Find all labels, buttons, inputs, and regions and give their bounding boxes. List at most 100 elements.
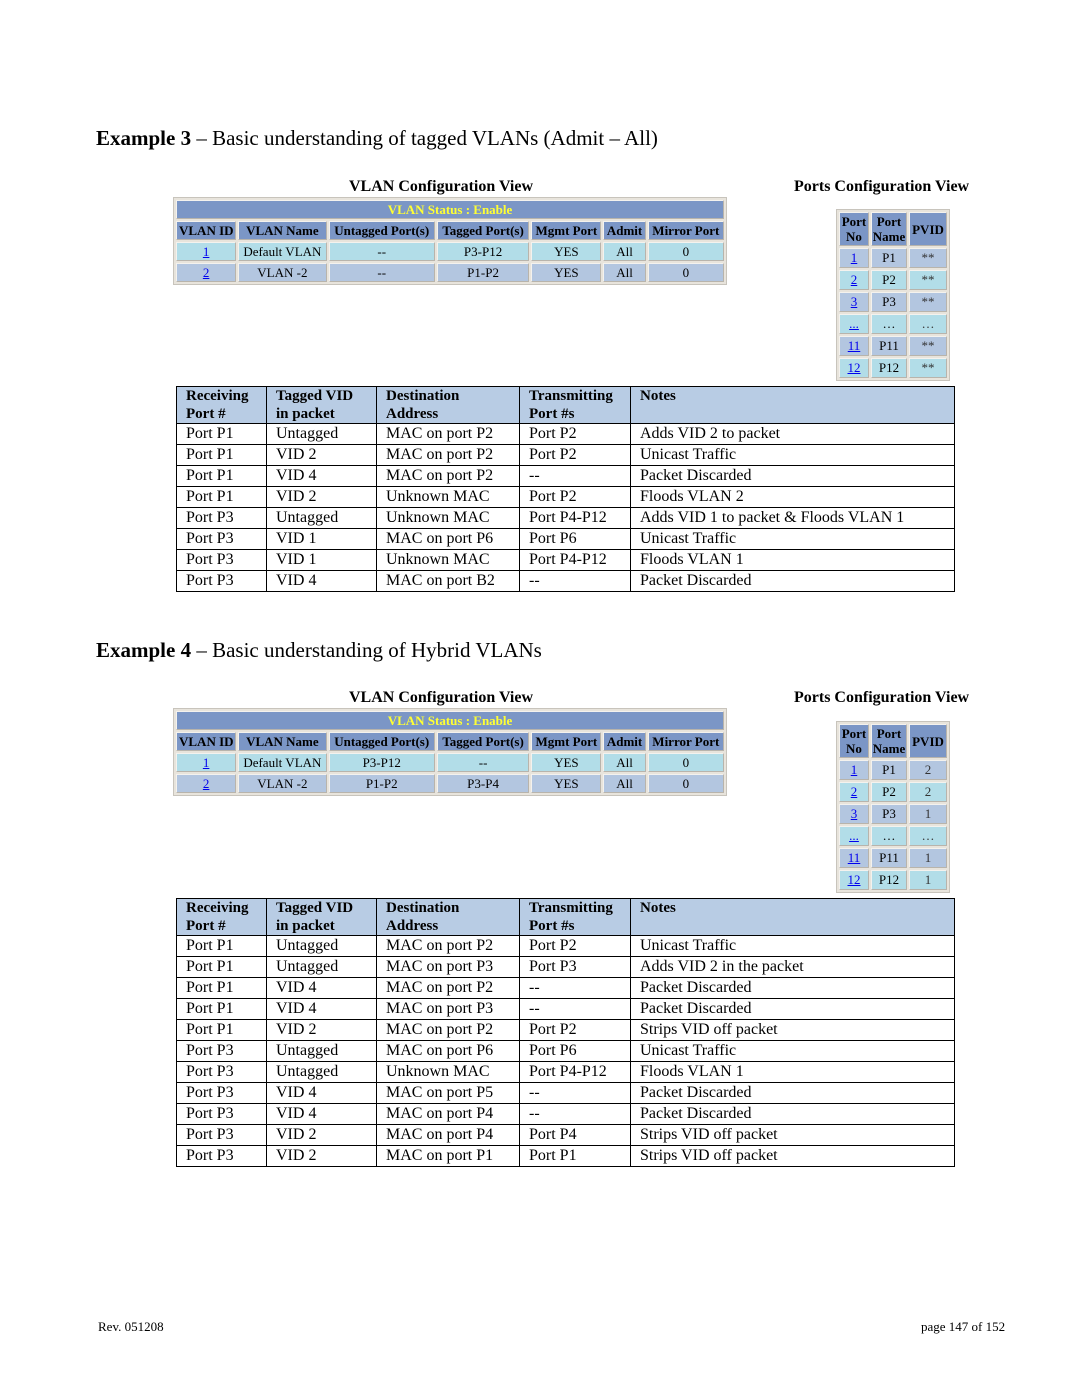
example-4-heading-text: – Basic understanding of Hybrid VLANs: [191, 638, 542, 662]
port-row: ... ……: [839, 826, 947, 846]
vlan-row: 1 Default VLAN -- P3-P12 YES All 0: [176, 242, 724, 261]
port-no-link[interactable]: 1: [851, 250, 858, 265]
col-header-untagged-ports: Untagged Port(s): [328, 221, 435, 240]
cell-tagged-vid: VID 2: [266, 486, 377, 508]
table-row: Port P1 VID 4 MAC on port P3 -- Packet Disca…: [176, 998, 955, 1020]
cell-port-no: 3: [839, 804, 869, 824]
table-row: Port P1 Untagged MAC on port P2 Port P2 Unic…: [176, 935, 955, 957]
cell-notes: Packet Discarded: [630, 998, 955, 1020]
cell-destination-address: MAC on port P3: [376, 998, 520, 1020]
cell-port-no: ...: [839, 314, 869, 334]
cell-port-no: 11: [839, 336, 869, 356]
vlan-id-link[interactable]: 2: [203, 265, 210, 280]
cell-transmitting-ports: Port P1: [519, 1145, 631, 1167]
cell-vlan-name: Default VLAN: [238, 242, 327, 261]
cell-receiving-port: Port P1: [176, 465, 267, 487]
cell-destination-address: MAC on port P4: [376, 1103, 520, 1125]
cell-pvid: **: [909, 270, 947, 290]
vlan-id-link[interactable]: 1: [203, 755, 210, 770]
vlan-id-link[interactable]: 1: [203, 244, 210, 259]
port-row: 1 P1 **: [839, 248, 947, 268]
port-row: 2 P2 2: [839, 782, 947, 802]
cell-notes: Adds VID 2 in the packet: [630, 956, 955, 978]
table-row: Port P3 VID 1 Unknown MAC Port P4-P12 Floods…: [176, 549, 955, 571]
cell-receiving-port: Port P1: [176, 1019, 267, 1041]
header-line-2: Port #s: [529, 406, 575, 422]
port-row: 2 P2 **: [839, 270, 947, 290]
port-no-link[interactable]: 2: [851, 272, 858, 287]
port-no-link[interactable]: ...: [849, 828, 859, 843]
port-no-link[interactable]: 1: [851, 762, 858, 777]
cell-notes: Floods VLAN 1: [630, 549, 955, 571]
cell-mirror-port: 0: [647, 753, 724, 772]
cell-notes: Unicast Traffic: [630, 528, 955, 550]
cell-tagged-vid: VID 4: [266, 465, 377, 487]
table-row: Port P1 VID 4 MAC on port P2 -- Packet Disca…: [176, 977, 955, 999]
port-no-link[interactable]: 3: [851, 294, 858, 309]
cell-notes: Unicast Traffic: [630, 935, 955, 957]
port-no-link[interactable]: 2: [851, 784, 858, 799]
cell-notes: Packet Discarded: [630, 1103, 955, 1125]
cell-receiving-port: Port P3: [176, 1103, 267, 1125]
table-row: Port P3 VID 1 MAC on port P6 Port P6 Unicast…: [176, 528, 955, 550]
cell-port-name: P3: [871, 804, 907, 824]
table-row: Port P3 VID 4 MAC on port P5 -- Packet Disca…: [176, 1082, 955, 1104]
cell-tagged-vid: VID 4: [266, 1082, 377, 1104]
col-header-tagged-ports: Tagged Port(s): [436, 732, 530, 751]
cell-receiving-port: Port P3: [176, 570, 267, 592]
col-header-port-no: Port No: [839, 212, 869, 246]
cell-tagged-vid: VID 2: [266, 1019, 377, 1041]
table-row: Port P3 Untagged Unknown MAC Port P4-P12 Flo…: [176, 1061, 955, 1083]
cell-receiving-port: Port P3: [176, 1145, 267, 1167]
vlan-id-link[interactable]: 2: [203, 776, 210, 791]
cell-tagged-ports: --: [436, 753, 530, 772]
port-row: 12 P12 **: [839, 358, 947, 378]
ex3-ports-config-title: Ports Configuration View: [794, 178, 970, 195]
cell-port-name: …: [871, 826, 907, 846]
cell-destination-address: MAC on port P2: [376, 977, 520, 999]
cell-mirror-port: 0: [647, 242, 724, 261]
cell-notes: Strips VID off packet: [630, 1019, 955, 1041]
cell-transmitting-ports: Port P2: [519, 1019, 631, 1041]
cell-port-name: P11: [871, 848, 907, 868]
cell-transmitting-ports: Port P2: [519, 935, 631, 957]
port-no-link[interactable]: 3: [851, 806, 858, 821]
cell-receiving-port: Port P1: [176, 444, 267, 466]
cell-mgmt-port: YES: [531, 753, 602, 772]
cell-untagged-ports: --: [328, 263, 435, 282]
cell-tagged-vid: VID 2: [266, 444, 377, 466]
col-header-admit: Admit: [603, 221, 646, 240]
header-line-1: Notes: [640, 900, 676, 916]
port-no-link[interactable]: 11: [848, 338, 861, 353]
example-4-heading: Example 4 – Basic understanding of Hybri…: [96, 638, 542, 663]
cell-tagged-vid: Untagged: [266, 507, 377, 529]
cell-tagged-vid: VID 1: [266, 549, 377, 571]
cell-receiving-port: Port P1: [176, 956, 267, 978]
page-number: page 147 of 152: [921, 1319, 1006, 1334]
ex4-ports-config-table: Port No Port Name PVID 1 P1 2 2 P2 2 3 P3 1...…… 11 P11…: [836, 721, 950, 893]
table-row: Port P1 Untagged MAC on port P2 Port P2 Adds…: [176, 423, 955, 445]
cell-notes: Packet Discarded: [630, 977, 955, 999]
cell-destination-address: MAC on port P2: [376, 444, 520, 466]
port-row: ... ……: [839, 314, 947, 334]
cell-notes: Packet Discarded: [630, 1082, 955, 1104]
port-row: 12 P12 1: [839, 870, 947, 890]
cell-port-no: 12: [839, 358, 869, 378]
cell-destination-address: MAC on port P2: [376, 465, 520, 487]
cell-receiving-port: Port P1: [176, 486, 267, 508]
cell-tagged-vid: Untagged: [266, 1061, 377, 1083]
port-no-link[interactable]: ...: [849, 316, 859, 331]
cell-destination-address: Unknown MAC: [376, 507, 520, 529]
port-no-link[interactable]: 12: [848, 872, 861, 887]
cell-port-no: 3: [839, 292, 869, 312]
cell-receiving-port: Port P3: [176, 1124, 267, 1146]
col-header-notes: Notes: [630, 898, 955, 936]
vlan-row: 2 VLAN -2 P1-P2 P3-P4 YES All 0: [176, 774, 724, 793]
col-header-transmitting-ports: Transmitting Port #s: [519, 386, 631, 424]
cell-transmitting-ports: --: [519, 465, 631, 487]
cell-port-name: P2: [871, 270, 907, 290]
port-row: 3 P3 **: [839, 292, 947, 312]
port-no-link[interactable]: 12: [848, 360, 861, 375]
table-row: Port P1 Untagged MAC on port P3 Port P3 Adds…: [176, 956, 955, 978]
port-no-link[interactable]: 11: [848, 850, 861, 865]
